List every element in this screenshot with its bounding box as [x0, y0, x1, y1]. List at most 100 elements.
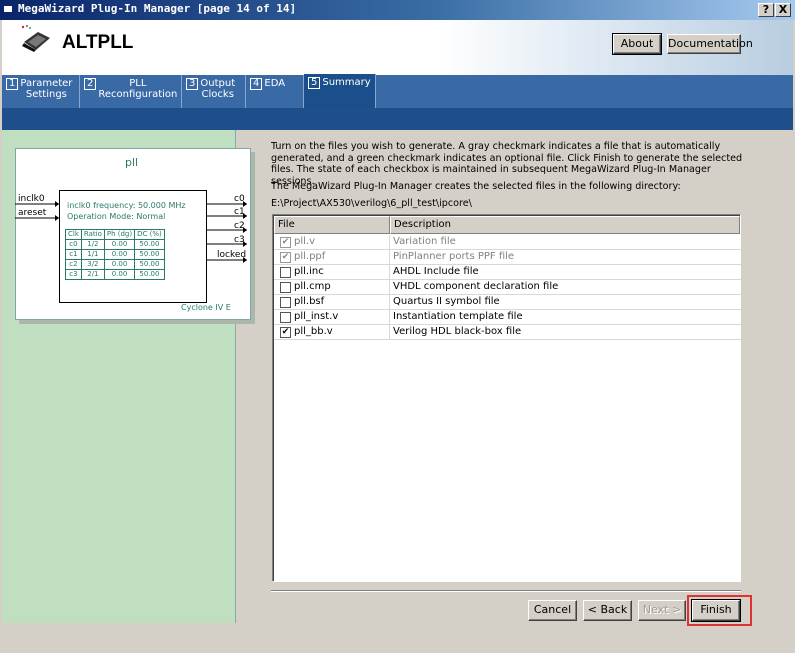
about-button[interactable]: About — [612, 33, 662, 55]
tab-number: 2 — [84, 78, 97, 90]
table-cell: 0.00 — [103, 259, 136, 270]
file-checkbox[interactable] — [280, 297, 291, 308]
tab-eda[interactable]: 4 EDA — [246, 75, 304, 108]
column-header-file[interactable]: File — [274, 216, 390, 234]
device-family-label: Cyclone IV E — [181, 303, 231, 312]
window-title: MegaWizard Plug-In Manager [page 14 of 1… — [18, 2, 297, 15]
file-name: pll_bb.v — [294, 326, 333, 337]
port-c0: c0 — [234, 194, 245, 204]
file-checkbox[interactable]: ✔ — [280, 237, 291, 248]
table-header-cell: Ratio — [80, 229, 105, 240]
table-cell: 3/2 — [80, 259, 105, 270]
file-name: pll.ppf — [294, 251, 326, 262]
table-cell: 1/1 — [80, 249, 105, 260]
table-cell: 1/2 — [80, 239, 105, 250]
column-header-description[interactable]: Description — [390, 216, 740, 234]
pll-frequency-info: inclk0 frequency: 50.000 MHz — [67, 201, 186, 210]
directory-path: E:\Project\AX530\verilog\6_pll_test\ipco… — [271, 198, 472, 209]
file-name: pll_inst.v — [294, 311, 339, 322]
tab-label: Summary — [322, 77, 371, 88]
file-description: Verilog HDL black-box file — [393, 326, 522, 337]
column-divider — [389, 325, 390, 340]
file-checkbox[interactable] — [280, 312, 291, 323]
file-checkbox[interactable]: ✔ — [280, 252, 291, 263]
footer-divider — [271, 590, 741, 592]
column-divider — [389, 265, 390, 280]
list-item[interactable]: pll.inc AHDL Include file — [274, 265, 741, 280]
tab-number: 5 — [308, 77, 321, 89]
system-menu-icon[interactable] — [4, 6, 12, 12]
table-row: c2 3/2 0.00 50.00 — [65, 259, 165, 270]
file-description: Quartus II symbol file — [393, 296, 500, 307]
close-button[interactable]: X — [775, 3, 791, 17]
directory-label: The MegaWizard Plug-In Manager creates t… — [271, 181, 681, 192]
column-divider — [389, 280, 390, 295]
tab-label: Parameter Settings — [20, 78, 73, 100]
column-divider — [389, 235, 390, 250]
cancel-button[interactable]: Cancel — [528, 600, 577, 621]
port-c1: c1 — [234, 207, 245, 217]
port-areset: areset — [18, 208, 47, 218]
table-row: c0 1/2 0.00 50.00 — [65, 239, 165, 250]
list-item[interactable]: pll_inst.v Instantiation template file — [274, 310, 741, 325]
column-divider — [389, 310, 390, 325]
table-cell: 0.00 — [103, 269, 136, 280]
file-list[interactable]: File Description ✔ pll.v Variation file … — [272, 214, 741, 582]
table-cell: 50.00 — [134, 239, 165, 250]
pll-clock-table: Clk Ratio Ph (dg) DC (%) c0 1/2 0.00 50.… — [65, 229, 165, 280]
megawizard-logo-icon — [21, 25, 50, 52]
finish-highlight-box — [687, 595, 752, 626]
table-header-cell: Clk — [65, 229, 82, 240]
port-inclk0: inclk0 — [18, 194, 45, 204]
tab-number: 4 — [250, 78, 263, 90]
list-item[interactable]: ✔ pll.ppf PinPlanner ports PPF file — [274, 250, 741, 265]
table-cell: c0 — [65, 239, 82, 250]
file-checkbox[interactable] — [280, 282, 291, 293]
tab-number: 3 — [186, 78, 199, 90]
table-row: c1 1/1 0.00 50.00 — [65, 249, 165, 260]
file-description: VHDL component declaration file — [393, 281, 559, 292]
app-title: ALTPLL — [62, 32, 134, 53]
pll-mode-info: Operation Mode: Normal — [67, 212, 166, 221]
table-cell: 0.00 — [103, 249, 136, 260]
file-checkbox[interactable]: ✔ — [280, 327, 291, 338]
back-button[interactable]: < Back — [583, 600, 632, 621]
tab-label: Output Clocks — [200, 78, 236, 100]
file-name: pll.v — [294, 236, 316, 247]
documentation-button[interactable]: Documentation — [667, 34, 753, 54]
list-item[interactable]: pll.cmp VHDL component declaration file — [274, 280, 741, 295]
list-item[interactable]: pll.bsf Quartus II symbol file — [274, 295, 741, 310]
pll-symbol-name: pll — [125, 156, 139, 169]
file-description: AHDL Include file — [393, 266, 479, 277]
file-name: pll.bsf — [294, 296, 325, 307]
file-description: Variation file — [393, 236, 456, 247]
title-bar[interactable]: MegaWizard Plug-In Manager [page 14 of 1… — [0, 0, 795, 20]
table-cell: 50.00 — [134, 269, 165, 280]
table-header-cell: Ph (dg) — [103, 229, 136, 240]
table-cell: 50.00 — [134, 249, 165, 260]
tab-output-clocks[interactable]: 3 Output Clocks — [182, 75, 246, 108]
tab-summary[interactable]: 5 Summary — [304, 74, 376, 109]
tab-parameter-settings[interactable]: 1 Parameter Settings — [2, 75, 80, 108]
help-button[interactable]: ? — [758, 3, 774, 17]
port-locked: locked — [217, 250, 247, 260]
tab-pll-reconfiguration[interactable]: 2 PLL Reconfiguration — [80, 75, 182, 108]
tab-label: EDA — [264, 78, 286, 89]
next-button[interactable]: Next > — [638, 600, 686, 621]
column-divider — [389, 295, 390, 310]
list-item[interactable]: ✔ pll_bb.v Verilog HDL black-box file — [274, 325, 741, 340]
table-cell: c3 — [65, 269, 82, 280]
file-checkbox[interactable] — [280, 267, 291, 278]
table-header-cell: DC (%) — [134, 229, 165, 240]
table-cell: c2 — [65, 259, 82, 270]
port-c2: c2 — [234, 221, 245, 231]
column-divider — [389, 250, 390, 265]
list-item[interactable]: ✔ pll.v Variation file — [274, 235, 741, 250]
file-description: PinPlanner ports PPF file — [393, 251, 515, 262]
file-description: Instantiation template file — [393, 311, 523, 322]
table-cell: 2/1 — [80, 269, 105, 280]
tab-underline-bar — [2, 108, 793, 130]
file-name: pll.cmp — [294, 281, 331, 292]
table-cell: 0.00 — [103, 239, 136, 250]
table-cell: c1 — [65, 249, 82, 260]
